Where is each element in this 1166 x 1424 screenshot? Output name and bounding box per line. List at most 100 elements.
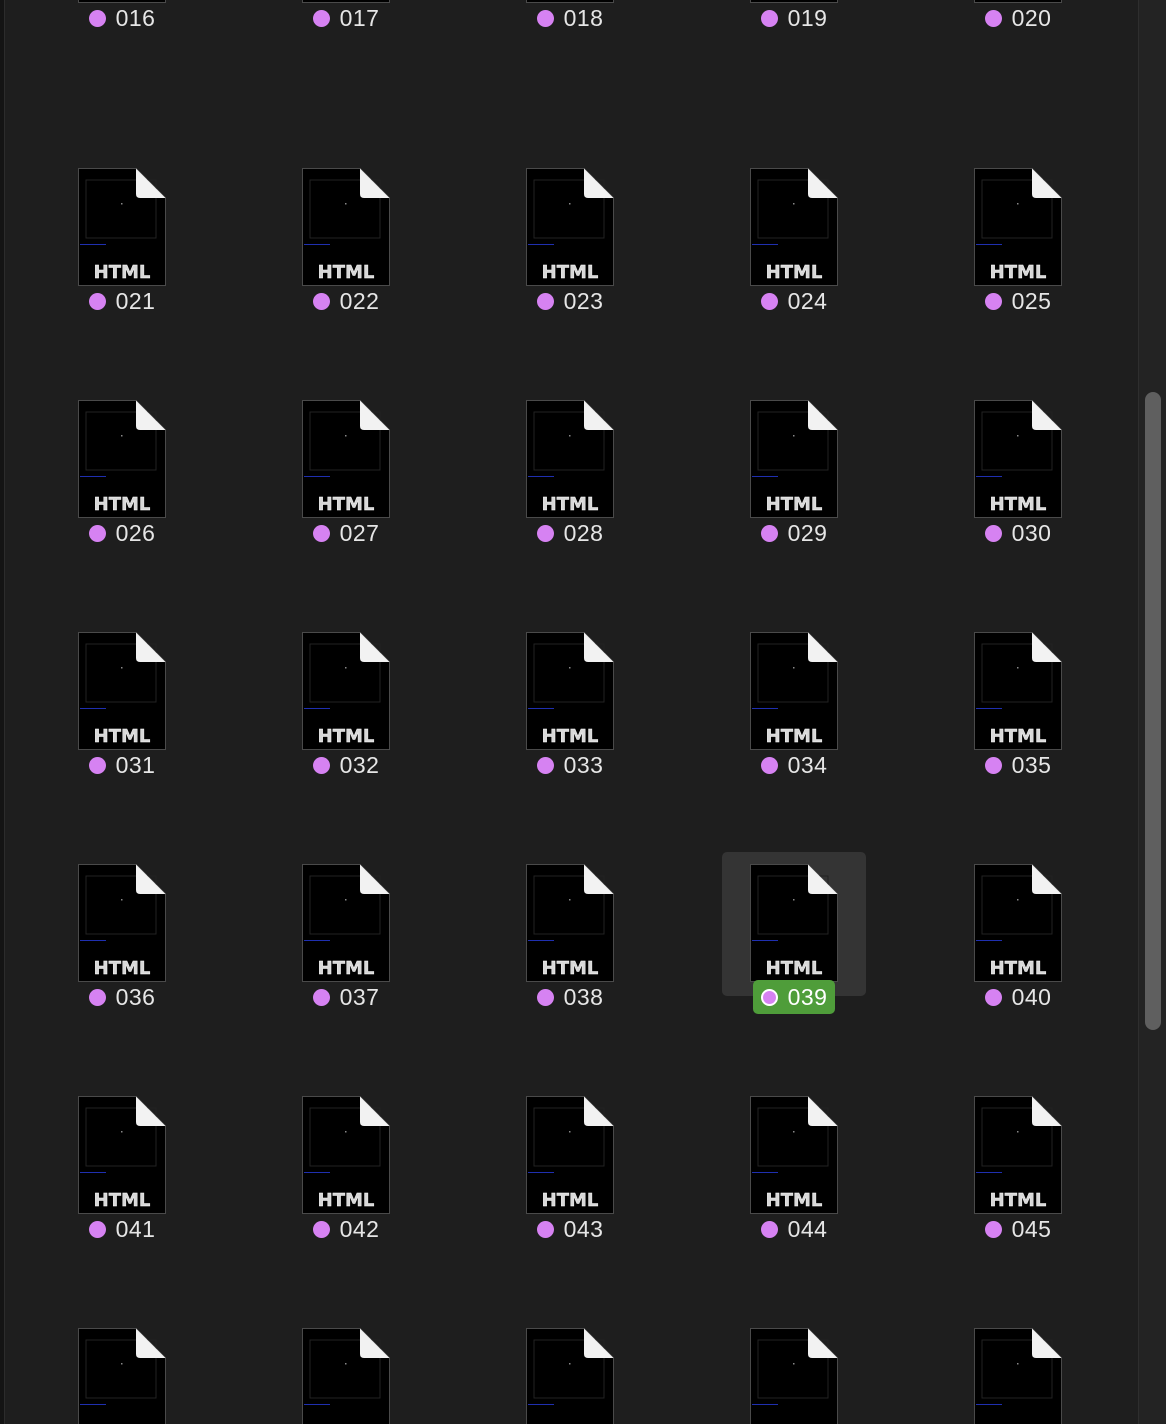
html-file-icon[interactable]: HTML — [974, 864, 1062, 982]
file-tile[interactable]: HTML — [498, 620, 642, 764]
file-name-pill[interactable]: 027 — [305, 516, 388, 550]
file-name-pill[interactable]: 032 — [305, 748, 388, 782]
html-file-icon[interactable]: HTML — [78, 168, 166, 286]
file-name-pill[interactable]: 026 — [81, 516, 164, 550]
file-tile[interactable]: HTML — [946, 1084, 1090, 1228]
file-label[interactable]: 017 — [274, 1, 418, 35]
file-name-pill[interactable]: 024 — [753, 284, 836, 318]
file-name-pill[interactable]: 019 — [753, 1, 836, 35]
file-tile[interactable]: HTML — [274, 156, 418, 300]
file-name-pill[interactable]: 025 — [977, 284, 1060, 318]
html-file-icon[interactable]: HTML — [78, 632, 166, 750]
file-tile[interactable]: HTML — [722, 1316, 866, 1424]
file-label[interactable]: 019 — [722, 1, 866, 35]
scrollbar-thumb[interactable] — [1145, 392, 1161, 1030]
file-label[interactable]: 022 — [274, 284, 418, 318]
file-label[interactable]: 039 — [722, 980, 866, 1014]
file-tile[interactable]: HTML — [50, 388, 194, 532]
html-file-icon[interactable]: HTML — [750, 1328, 838, 1424]
file-label[interactable]: 029 — [722, 516, 866, 550]
file-label[interactable]: 036 — [50, 980, 194, 1014]
html-file-icon[interactable]: HTML — [78, 1096, 166, 1214]
html-file-icon[interactable]: HTML — [526, 632, 614, 750]
file-tile[interactable]: HTML — [722, 852, 866, 996]
file-label[interactable]: 037 — [274, 980, 418, 1014]
file-label[interactable]: 024 — [722, 284, 866, 318]
file-label[interactable]: 027 — [274, 516, 418, 550]
file-label[interactable]: 021 — [50, 284, 194, 318]
file-tile[interactable]: HTML — [722, 1084, 866, 1228]
file-tile[interactable]: HTML — [50, 156, 194, 300]
file-name-pill[interactable]: 038 — [529, 980, 612, 1014]
html-file-icon[interactable]: HTML — [302, 1328, 390, 1424]
file-name-pill[interactable]: 044 — [753, 1212, 836, 1246]
file-tile[interactable]: HTML — [274, 852, 418, 996]
file-name-pill[interactable]: 037 — [305, 980, 388, 1014]
file-label[interactable]: 016 — [50, 1, 194, 35]
file-tile[interactable]: HTML — [946, 620, 1090, 764]
file-name-pill[interactable]: 042 — [305, 1212, 388, 1246]
html-file-icon[interactable]: HTML — [302, 400, 390, 518]
html-file-icon[interactable]: HTML — [974, 632, 1062, 750]
html-file-icon[interactable]: HTML — [526, 864, 614, 982]
file-label[interactable]: 023 — [498, 284, 642, 318]
file-tile[interactable]: HTML — [946, 1316, 1090, 1424]
file-tile[interactable]: HTML — [498, 1084, 642, 1228]
file-tile[interactable]: HTML — [498, 1316, 642, 1424]
file-name-pill[interactable]: 036 — [81, 980, 164, 1014]
file-tile[interactable]: HTML — [722, 388, 866, 532]
file-label[interactable]: 044 — [722, 1212, 866, 1246]
html-file-icon[interactable]: HTML — [974, 1328, 1062, 1424]
file-name-pill[interactable]: 023 — [529, 284, 612, 318]
file-label[interactable]: 031 — [50, 748, 194, 782]
file-name-pill[interactable]: 030 — [977, 516, 1060, 550]
html-file-icon[interactable]: HTML — [750, 632, 838, 750]
file-name-pill[interactable]: 029 — [753, 516, 836, 550]
file-tile[interactable]: HTML — [498, 156, 642, 300]
html-file-icon[interactable]: HTML — [750, 168, 838, 286]
file-label[interactable]: 035 — [946, 748, 1090, 782]
selected-file-name-pill[interactable]: 039 — [752, 980, 836, 1014]
file-tile[interactable]: HTML — [946, 156, 1090, 300]
file-label[interactable]: 042 — [274, 1212, 418, 1246]
file-label[interactable]: 043 — [498, 1212, 642, 1246]
file-name-pill[interactable]: 031 — [81, 748, 164, 782]
file-tile[interactable]: HTML — [50, 1084, 194, 1228]
html-file-icon[interactable]: HTML — [750, 864, 838, 982]
html-file-icon[interactable]: HTML — [526, 1328, 614, 1424]
file-tile[interactable]: HTML — [50, 1316, 194, 1424]
html-file-icon[interactable]: HTML — [526, 400, 614, 518]
html-file-icon[interactable]: HTML — [974, 168, 1062, 286]
file-label[interactable]: 020 — [946, 1, 1090, 35]
file-name-pill[interactable]: 043 — [529, 1212, 612, 1246]
file-name-pill[interactable]: 040 — [977, 980, 1060, 1014]
file-label[interactable]: 041 — [50, 1212, 194, 1246]
html-file-icon[interactable]: HTML — [302, 1096, 390, 1214]
file-label[interactable]: 018 — [498, 1, 642, 35]
file-tile[interactable]: HTML — [50, 852, 194, 996]
html-file-icon[interactable]: HTML — [974, 1096, 1062, 1214]
file-name-pill[interactable]: 034 — [753, 748, 836, 782]
html-file-icon[interactable]: HTML — [526, 168, 614, 286]
file-tile[interactable]: HTML — [50, 620, 194, 764]
file-name-pill[interactable]: 018 — [529, 1, 612, 35]
file-tile[interactable]: HTML — [722, 156, 866, 300]
file-tile[interactable]: HTML — [498, 852, 642, 996]
file-tile[interactable]: HTML — [274, 1316, 418, 1424]
file-tile[interactable]: HTML — [498, 388, 642, 532]
html-file-icon[interactable]: HTML — [526, 1096, 614, 1214]
file-tile[interactable]: HTML — [274, 1084, 418, 1228]
file-name-pill[interactable]: 041 — [81, 1212, 164, 1246]
file-label[interactable]: 032 — [274, 748, 418, 782]
file-name-pill[interactable]: 020 — [977, 1, 1060, 35]
file-label[interactable]: 026 — [50, 516, 194, 550]
file-name-pill[interactable]: 022 — [305, 284, 388, 318]
file-label[interactable]: 034 — [722, 748, 866, 782]
html-file-icon[interactable]: HTML — [750, 1096, 838, 1214]
file-name-pill[interactable]: 021 — [81, 284, 164, 318]
html-file-icon[interactable]: HTML — [78, 1328, 166, 1424]
file-label[interactable]: 033 — [498, 748, 642, 782]
file-name-pill[interactable]: 033 — [529, 748, 612, 782]
file-label[interactable]: 038 — [498, 980, 642, 1014]
file-name-pill[interactable]: 016 — [81, 1, 164, 35]
